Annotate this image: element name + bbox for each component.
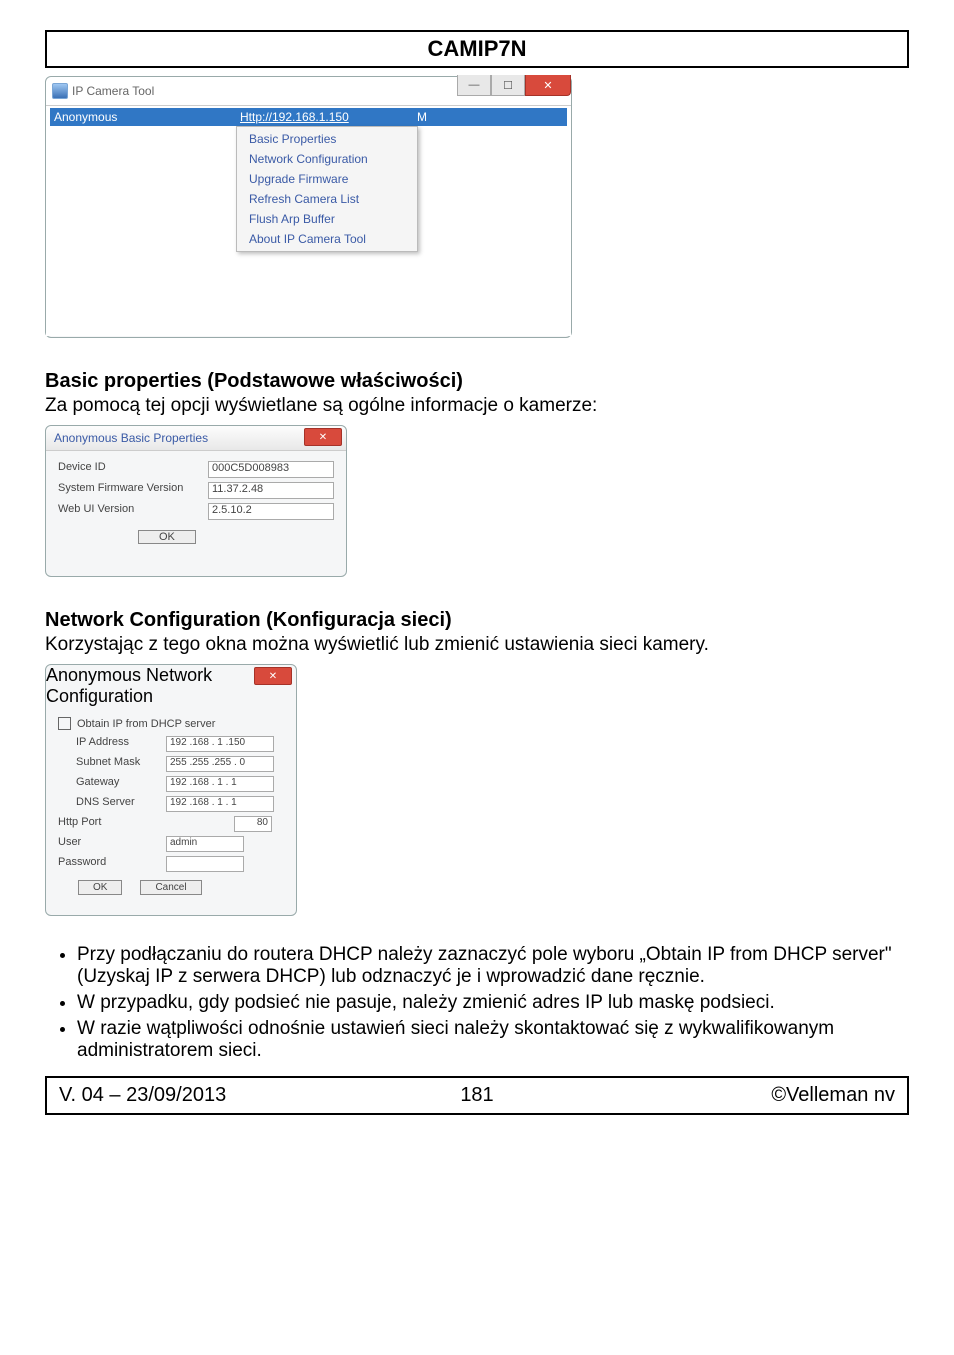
device-id-label: Device ID xyxy=(58,461,208,478)
minimize-button[interactable]: — xyxy=(457,75,491,96)
dns-label: DNS Server xyxy=(76,796,166,812)
menu-network-config[interactable]: Network Configuration xyxy=(237,149,417,169)
device-id-value: 000C5D008983 xyxy=(208,461,334,478)
maximize-button[interactable]: ☐ xyxy=(491,75,525,96)
close-button[interactable]: ✕ xyxy=(304,428,342,446)
dialog-title: Anonymous Network Configuration xyxy=(46,665,212,706)
footer-page: 181 xyxy=(338,1084,617,1107)
password-label: Password xyxy=(58,856,166,872)
dhcp-checkbox[interactable] xyxy=(58,717,71,730)
dialog-titlebar: Anonymous Basic Properties ✕ xyxy=(46,426,346,451)
bullet-item: W razie wątpliwości odnośnie ustawień si… xyxy=(77,1018,909,1062)
port-field[interactable]: 80 xyxy=(234,816,272,832)
footer-copyright: ©Velleman nv xyxy=(616,1084,895,1107)
bullet-list: Przy podłączaniu do routera DHCP należy … xyxy=(45,944,909,1062)
dhcp-label: Obtain IP from DHCP server xyxy=(77,718,215,730)
menu-upgrade-firmware[interactable]: Upgrade Firmware xyxy=(237,169,417,189)
doc-header: CAMIP7N xyxy=(45,30,909,68)
close-button[interactable]: ✕ xyxy=(525,75,571,96)
password-field[interactable] xyxy=(166,856,244,872)
network-config-dialog: Anonymous Network Configuration ✕ Obtain… xyxy=(45,664,297,916)
ip-field[interactable]: 192 .168 . 1 .150 xyxy=(166,736,274,752)
close-button[interactable]: ✕ xyxy=(254,667,292,685)
webui-version-label: Web UI Version xyxy=(58,503,208,520)
dialog-title: Anonymous Basic Properties xyxy=(54,431,208,445)
bullet-item: Przy podłączaniu do routera DHCP należy … xyxy=(77,944,909,988)
user-label: User xyxy=(58,836,166,852)
mask-label: Subnet Mask xyxy=(76,756,166,772)
dialog-titlebar: Anonymous Network Configuration ✕ xyxy=(46,665,296,707)
bullet-item: W przypadku, gdy podsieć nie pasuje, nal… xyxy=(77,992,909,1014)
camera-list: Anonymous Http://192.168.1.150 M Basic P… xyxy=(46,105,571,336)
menu-refresh-list[interactable]: Refresh Camera List xyxy=(237,189,417,209)
window-titlebar: IP Camera Tool — ☐ ✕ xyxy=(46,77,571,105)
basic-properties-dialog: Anonymous Basic Properties ✕ Device ID 0… xyxy=(45,425,347,577)
gateway-field[interactable]: 192 .168 . 1 . 1 xyxy=(166,776,274,792)
section-desc-basic: Za pomocą tej opcji wyświetlane są ogóln… xyxy=(45,395,909,417)
menu-flush-arp[interactable]: Flush Arp Buffer xyxy=(237,209,417,229)
mask-field[interactable]: 255 .255 .255 . 0 xyxy=(166,756,274,772)
window-title: IP Camera Tool xyxy=(72,84,154,98)
ip-label: IP Address xyxy=(76,736,166,752)
fw-version-label: System Firmware Version xyxy=(58,482,208,499)
context-menu: Basic Properties Network Configuration U… xyxy=(236,126,418,252)
section-desc-network: Korzystając z tego okna można wyświetlić… xyxy=(45,634,909,656)
window-caption-buttons: — ☐ ✕ xyxy=(457,75,571,96)
fw-version-value: 11.37.2.48 xyxy=(208,482,334,499)
webui-version-value: 2.5.10.2 xyxy=(208,503,334,520)
camera-name: Anonymous xyxy=(54,110,117,124)
user-field[interactable]: admin xyxy=(166,836,244,852)
ok-button[interactable]: OK xyxy=(138,530,196,544)
cancel-button[interactable]: Cancel xyxy=(140,880,201,895)
menu-basic-properties[interactable]: Basic Properties xyxy=(237,129,417,149)
gw-label: Gateway xyxy=(76,776,166,792)
ip-camera-tool-window: IP Camera Tool — ☐ ✕ Anonymous Http://19… xyxy=(45,76,572,338)
dns-field[interactable]: 192 .168 . 1 . 1 xyxy=(166,796,274,812)
section-heading-network: Network Configuration (Konfiguracja siec… xyxy=(45,609,909,632)
camera-icon xyxy=(52,83,68,99)
section-heading-basic: Basic properties (Podstawowe właściwości… xyxy=(45,370,909,393)
dhcp-checkbox-row[interactable]: Obtain IP from DHCP server xyxy=(58,717,284,730)
page-footer: V. 04 – 23/09/2013 181 ©Velleman nv xyxy=(45,1076,909,1115)
camera-status: M xyxy=(417,110,427,124)
footer-version: V. 04 – 23/09/2013 xyxy=(59,1084,338,1107)
menu-about[interactable]: About IP Camera Tool xyxy=(237,229,417,249)
camera-url: Http://192.168.1.150 xyxy=(240,110,349,124)
port-label: Http Port xyxy=(58,816,166,832)
camera-row-selected[interactable]: Anonymous Http://192.168.1.150 M xyxy=(50,108,567,126)
ok-button[interactable]: OK xyxy=(78,880,122,895)
